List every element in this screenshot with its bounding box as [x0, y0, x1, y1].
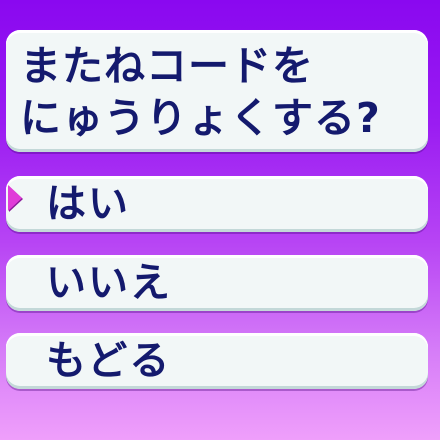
option-back[interactable]: もどる	[6, 333, 428, 389]
selection-cursor-icon	[8, 185, 22, 211]
option-no[interactable]: いいえ	[6, 255, 428, 311]
option-yes-label: はい	[46, 181, 130, 227]
option-yes[interactable]: はい	[6, 176, 428, 232]
prompt-line-1: またねコードを	[20, 42, 314, 90]
option-back-label: もどる	[46, 338, 172, 384]
prompt-line-2: にゅうりょくする?	[20, 94, 381, 142]
option-no-label: いいえ	[46, 260, 172, 306]
prompt-dialog: またねコードを にゅうりょくする?	[6, 30, 428, 152]
